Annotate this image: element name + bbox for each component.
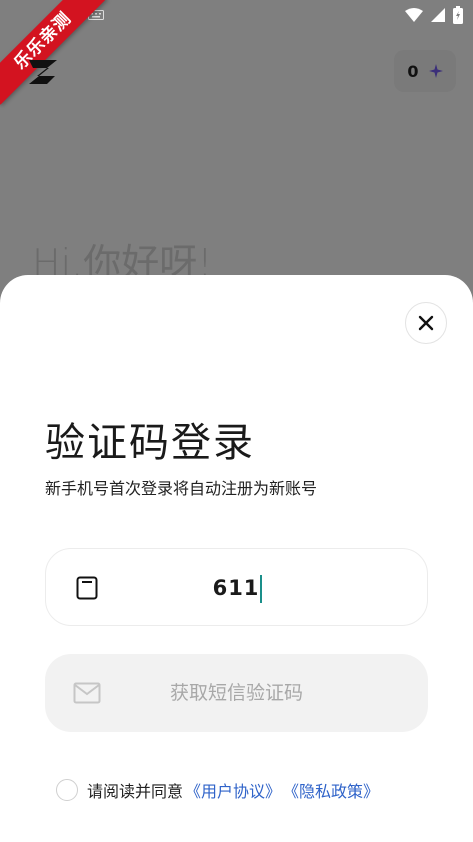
phone-value: 611 [46,549,429,627]
page-subtitle: 新手机号首次登录将自动注册为新账号 [45,479,318,498]
privacy-policy-link[interactable]: 《隐私政策》 [283,778,379,802]
agree-text: 请阅读并同意 [87,782,184,801]
phone-input[interactable]: 611 [45,548,428,626]
sparkle-icon [428,64,443,78]
app-logo-icon [29,60,57,84]
wifi-icon [405,8,423,22]
agree-checkbox[interactable] [56,779,78,801]
user-agreement-link[interactable]: 《用户协议》 [185,778,281,802]
close-icon [418,315,434,331]
sms-button-label: 获取短信验证码 [169,682,303,704]
battery-icon [453,6,463,24]
signal-icon [431,8,445,22]
credit-count: 0 [407,61,419,81]
agreement-row: 请阅读并同意 《用户协议》 《隐私政策》 [56,778,379,802]
get-sms-code-button[interactable]: 获取短信验证码 [45,654,428,732]
text-caret [260,575,263,603]
close-button[interactable] [405,302,447,344]
credit-chip[interactable]: 0 [394,50,456,92]
page-title: 验证码登录 [45,420,255,466]
